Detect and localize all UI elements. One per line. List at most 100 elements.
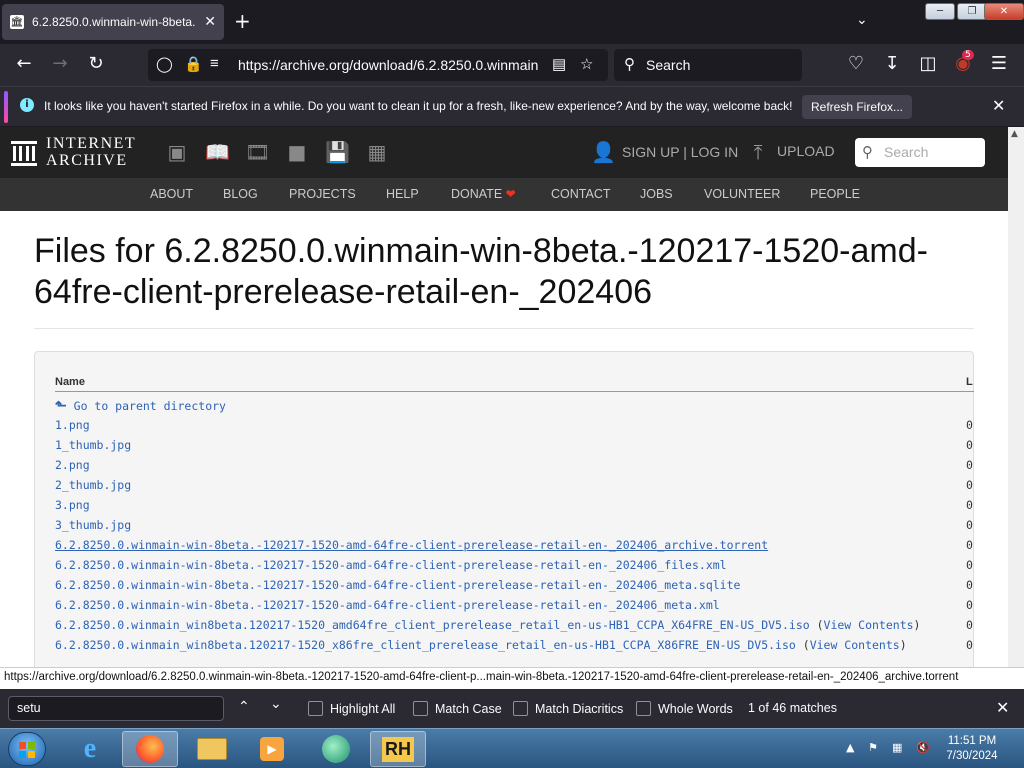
firefox-taskbar-icon[interactable] (122, 731, 178, 767)
notification-close-icon[interactable]: ✕ (992, 96, 1005, 115)
tracking-shield-icon[interactable]: ◯ (156, 55, 173, 73)
file-link[interactable]: 3.png (55, 498, 90, 512)
nav-projects[interactable]: PROJECTS (289, 187, 356, 201)
audio-icon[interactable]: ■ (285, 141, 309, 163)
file-link[interactable]: 6.2.8250.0.winmain-win-8beta.-120217-152… (55, 578, 740, 592)
web-page: INTERNET ARCHIVE ▣ 📖 🎞 ■ 💾 ▦ 👤 SIGN UP |… (0, 127, 1008, 667)
reload-icon[interactable]: ↻ (85, 54, 107, 74)
last-modified-cell: 0 (966, 498, 973, 512)
archive-logo-icon[interactable] (10, 139, 38, 167)
file-link[interactable]: 1_thumb.jpg (55, 438, 131, 452)
view-contents-link[interactable]: View Contents (810, 638, 900, 652)
page-title: Files for 6.2.8250.0.winmain-win-8beta.-… (34, 232, 928, 311)
nav-help[interactable]: HELP (386, 187, 419, 201)
taskbar-clock[interactable]: 11:51 PM 7/30/2024 (932, 734, 1012, 764)
url-bar[interactable]: ◯ 🔒 ≡ https://archive.org/download/6.2.8… (148, 49, 608, 81)
find-bar: setu ⌃ ⌄ Highlight All Match Case Match … (0, 689, 1024, 728)
forward-arrow-icon[interactable]: → (49, 54, 71, 74)
column-last-modified-header[interactable]: L (966, 376, 973, 388)
show-hidden-icons[interactable]: ▲ (846, 741, 854, 754)
file-link[interactable]: 6.2.8250.0.winmain-win-8beta.-120217-152… (55, 558, 727, 572)
resource-hacker-icon[interactable]: RH (370, 731, 426, 767)
reader-view-icon[interactable]: ▤ (552, 55, 566, 73)
user-icon[interactable]: 👤 (591, 141, 616, 163)
notification-bar: i It looks like you haven't started Fire… (0, 86, 1024, 126)
back-arrow-icon[interactable]: ← (13, 54, 35, 74)
scroll-up-icon[interactable]: ▲ (1011, 129, 1018, 139)
upload-icon[interactable]: ⤒ (746, 141, 770, 163)
images-icon[interactable]: ▦ (365, 141, 389, 163)
nav-jobs[interactable]: JOBS (640, 187, 673, 201)
tab-close-icon[interactable]: ✕ (204, 14, 216, 30)
column-name-header[interactable]: Name (55, 376, 85, 388)
volume-muted-icon[interactable]: 🔇 (916, 741, 930, 754)
file-link[interactable]: 3_thumb.jpg (55, 518, 131, 532)
view-contents-link[interactable]: View Contents (824, 618, 914, 632)
find-input[interactable]: setu (8, 696, 224, 721)
last-modified-cell: 0 (966, 618, 973, 632)
video-icon[interactable]: 🎞 (245, 141, 270, 163)
whole-words-checkbox[interactable]: Whole Words (636, 701, 733, 716)
match-diacritics-checkbox[interactable]: Match Diacritics (513, 701, 623, 716)
parent-directory-link[interactable]: Go to parent directory (74, 399, 226, 413)
refresh-firefox-button[interactable]: Refresh Firefox... (802, 95, 912, 119)
archive-logo-text[interactable]: INTERNET ARCHIVE (46, 135, 136, 169)
table-row: 6.2.8250.0.winmain_win8beta.120217-1520_… (55, 618, 973, 632)
find-result-count: 1 of 46 matches (748, 701, 837, 715)
nav-donate-label: DONATE (451, 187, 503, 201)
nav-volunteer[interactable]: VOLUNTEER (704, 187, 780, 201)
find-close-icon[interactable]: ✕ (996, 698, 1009, 718)
link-status-bar: https://archive.org/download/6.2.8250.0.… (0, 667, 1024, 689)
software-icon[interactable]: 💾 (325, 141, 350, 163)
file-link[interactable]: 6.2.8250.0.winmain-win-8beta.-120217-152… (55, 598, 720, 612)
search-bar[interactable]: ⚲ Search (614, 49, 802, 81)
highlight-all-checkbox[interactable]: Highlight All (308, 701, 395, 716)
pocket-icon[interactable]: ♡ (845, 54, 867, 74)
extensions-icon[interactable]: ◫ (917, 54, 939, 74)
table-row: 2_thumb.jpg 0 (55, 478, 973, 496)
file-link[interactable]: 2_thumb.jpg (55, 478, 131, 492)
browser-tab[interactable]: 🏛 6.2.8250.0.winmain-win-8beta. ✕ (2, 4, 224, 40)
window-close-button[interactable]: ✕ (984, 3, 1024, 20)
parent-directory-row[interactable]: ⬑ Go to parent directory (55, 398, 226, 416)
nav-contact[interactable]: CONTACT (551, 187, 611, 201)
media-player-icon[interactable]: ▶ (244, 731, 300, 767)
list-all-tabs-icon[interactable]: ⌄ (856, 12, 868, 28)
file-link[interactable]: 6.2.8250.0.winmain-win-8beta.-120217-152… (55, 538, 768, 552)
upload-link[interactable]: UPLOAD (777, 143, 835, 159)
find-next-icon[interactable]: ⌄ (270, 695, 282, 712)
internet-explorer-icon[interactable]: e (62, 731, 118, 767)
web-icon[interactable]: ▣ (165, 141, 189, 163)
nav-donate[interactable]: DONATE ❤ (451, 187, 516, 201)
page-scrollbar[interactable]: ▲ ▼ (1008, 127, 1024, 687)
permissions-icon[interactable]: ≡ (210, 55, 219, 72)
action-center-flag-icon[interactable]: ⚑ (868, 741, 878, 754)
last-modified-cell: 0 (966, 578, 973, 592)
file-link[interactable]: 6.2.8250.0.winmain_win8beta.120217-1520_… (55, 618, 810, 632)
texts-icon[interactable]: 📖 (205, 141, 230, 163)
file-link[interactable]: 1.png (55, 418, 90, 432)
downloads-icon[interactable]: ↧ (881, 54, 903, 74)
maximize-button[interactable]: ❐ (957, 3, 987, 20)
signup-login-link[interactable]: SIGN UP | LOG IN (622, 144, 738, 160)
last-modified-cell: 0 (966, 418, 973, 432)
lock-icon[interactable]: 🔒 (184, 55, 203, 73)
url-text[interactable]: https://archive.org/download/6.2.8250.0.… (238, 57, 538, 73)
nav-people[interactable]: PEOPLE (810, 187, 860, 201)
app-globe-icon[interactable] (308, 731, 364, 767)
app-menu-icon[interactable]: ☰ (988, 54, 1010, 74)
nav-about[interactable]: ABOUT (150, 187, 193, 201)
nav-blog[interactable]: BLOG (223, 187, 258, 201)
start-button[interactable] (8, 732, 46, 766)
network-icon[interactable]: ▦ (892, 741, 902, 754)
match-case-checkbox[interactable]: Match Case (413, 701, 502, 716)
new-tab-icon[interactable]: + (234, 11, 251, 31)
file-link[interactable]: 6.2.8250.0.winmain_win8beta.120217-1520_… (55, 638, 796, 652)
file-explorer-icon[interactable] (184, 731, 240, 767)
bookmark-star-icon[interactable]: ☆ (580, 55, 593, 73)
find-previous-icon[interactable]: ⌃ (238, 698, 250, 715)
ia-search-input[interactable]: ⚲ Search (855, 138, 985, 167)
search-icon: ⚲ (624, 56, 635, 73)
file-link[interactable]: 2.png (55, 458, 90, 472)
minimize-button[interactable]: ─ (925, 3, 955, 20)
